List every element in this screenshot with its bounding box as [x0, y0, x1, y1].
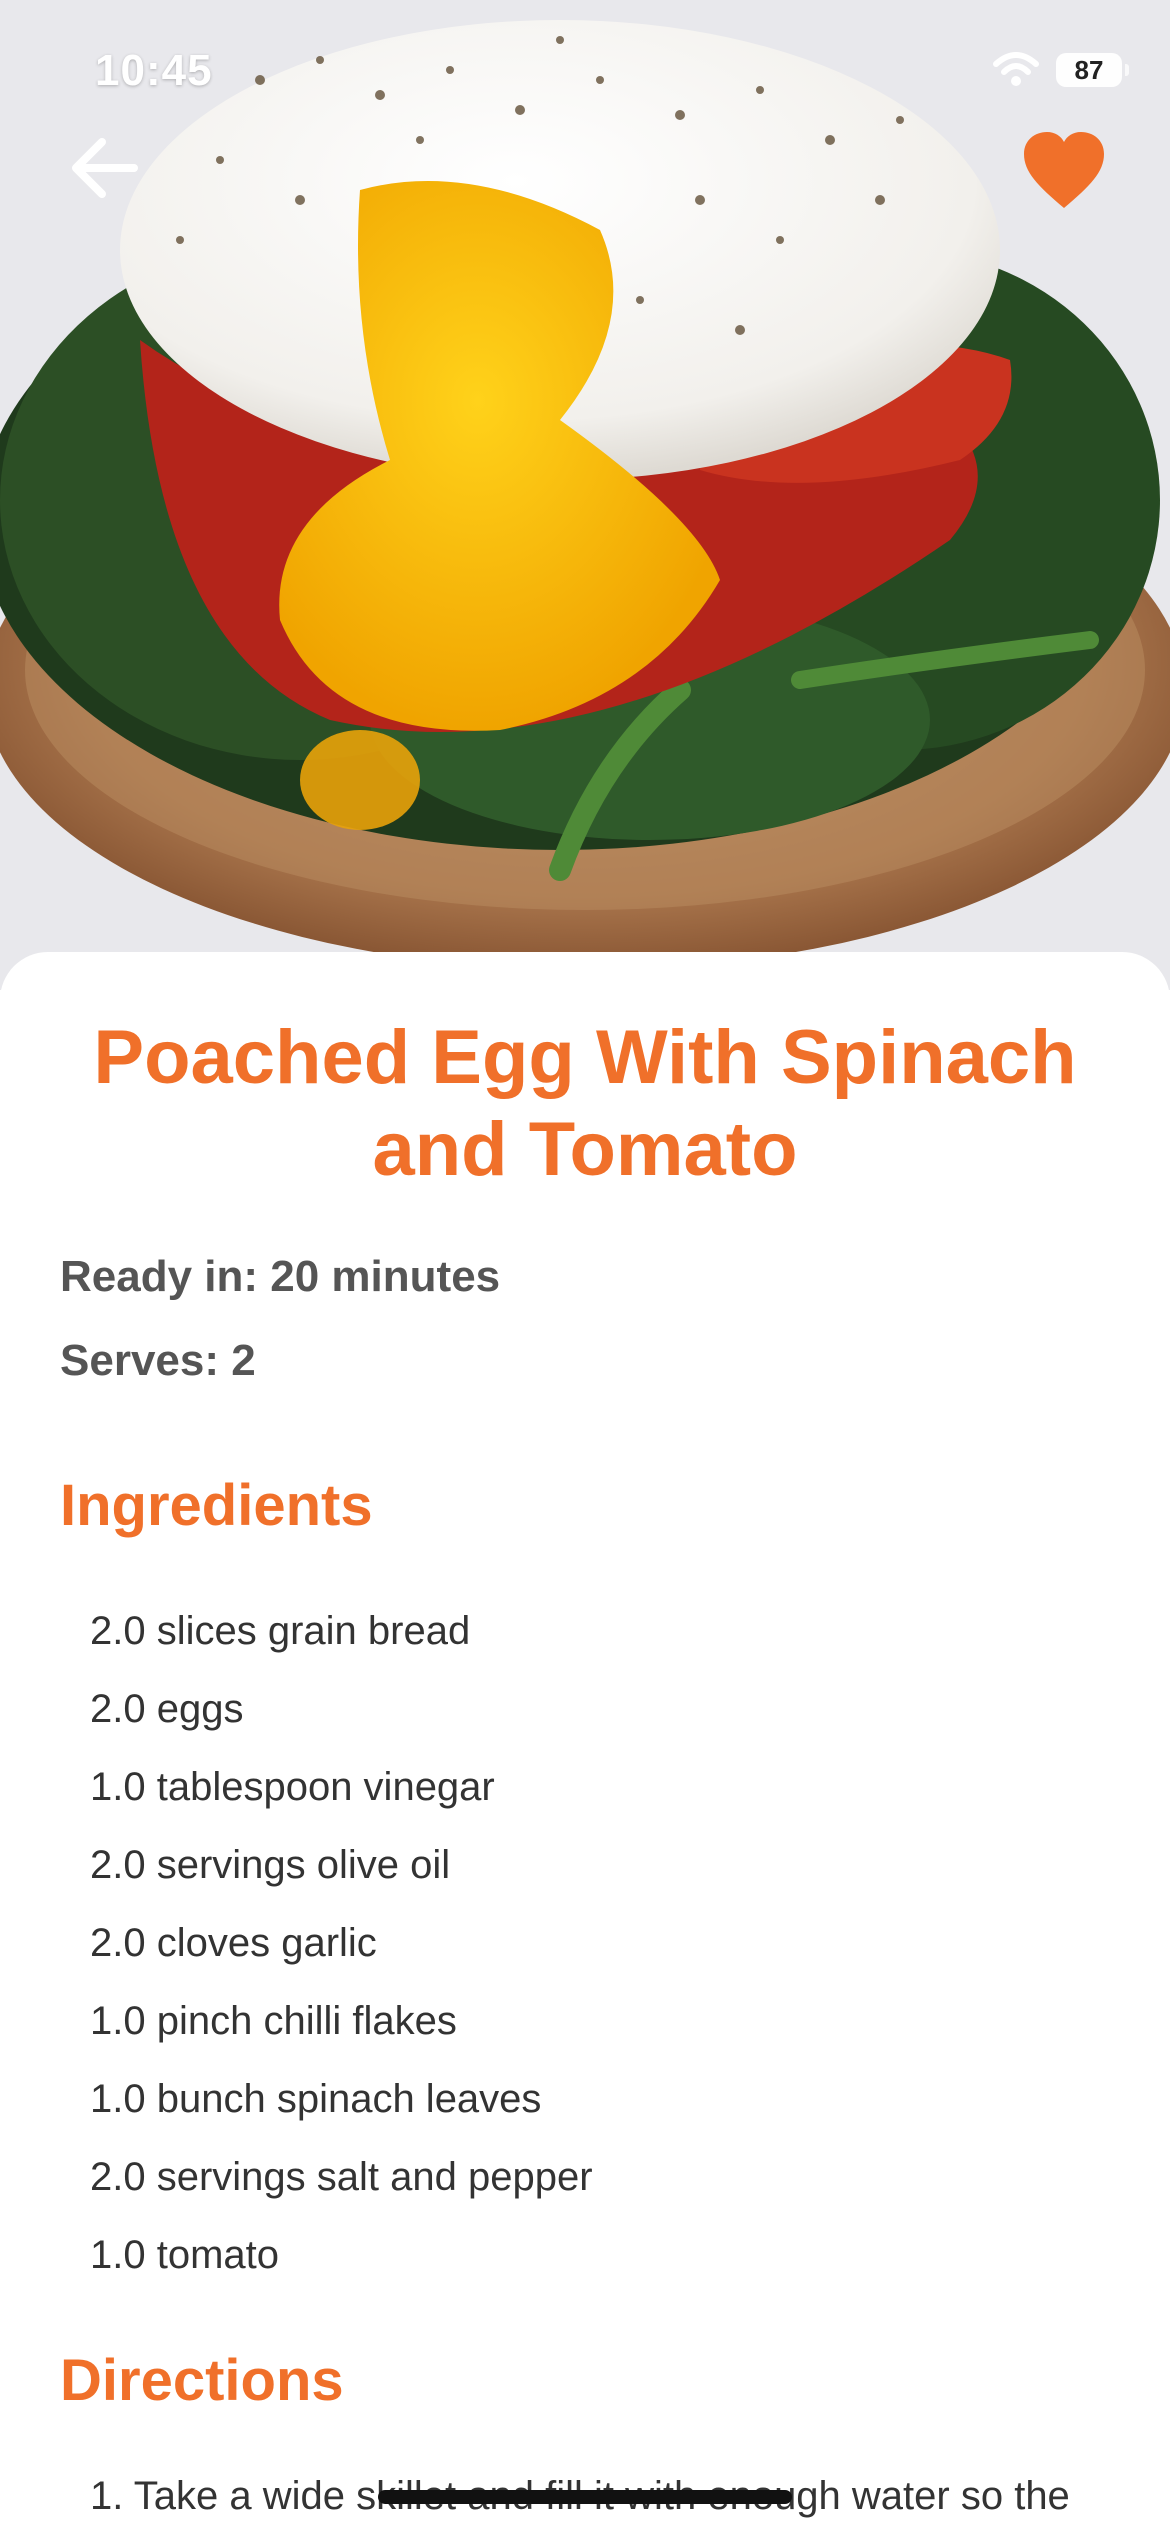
directions-heading: Directions	[60, 2348, 344, 2413]
status-icons: 87	[992, 52, 1129, 88]
ingredients-list: 2.0 slices grain bread 2.0 eggs 1.0 tabl…	[90, 1592, 593, 2294]
serves-text: Serves: 2	[60, 1336, 256, 1385]
recipe-title: Poached Egg With Spinach and Tomato	[93, 1015, 1077, 1192]
home-indicator[interactable]	[378, 2490, 792, 2504]
heart-icon	[1024, 132, 1104, 208]
poached-egg-photo	[0, 0, 1170, 990]
favorite-button[interactable]	[1018, 126, 1110, 218]
ingredient-item: 2.0 servings olive oil	[90, 1843, 451, 1887]
ingredient-item: 1.0 tomato	[90, 2233, 280, 2277]
arrow-left-icon	[72, 138, 138, 198]
ingredient-item: 1.0 tablespoon vinegar	[90, 1765, 495, 1809]
ingredient-item: 2.0 slices grain bread	[90, 1609, 471, 1653]
status-bar: 10:45 87	[0, 0, 1170, 140]
wifi-icon	[993, 52, 1039, 86]
recipe-details-sheet: Poached Egg With Spinach and Tomato Read…	[0, 952, 1170, 2532]
status-time: 10:45	[95, 46, 213, 95]
ingredient-item: 2.0 cloves garlic	[90, 1921, 377, 1965]
ingredient-item: 1.0 pinch chilli flakes	[90, 1999, 457, 2043]
ready-in-text: Ready in: 20 minutes	[60, 1252, 501, 1301]
recipe-hero-image	[0, 0, 1170, 990]
ingredient-item: 2.0 eggs	[90, 1687, 244, 1731]
ingredient-item: 2.0 servings salt and pepper	[90, 2155, 593, 2199]
ingredients-heading: Ingredients	[60, 1473, 373, 1538]
battery-indicator: 87	[1056, 53, 1129, 87]
back-button[interactable]	[64, 128, 144, 208]
ingredient-item: 1.0 bunch spinach leaves	[90, 2077, 542, 2121]
